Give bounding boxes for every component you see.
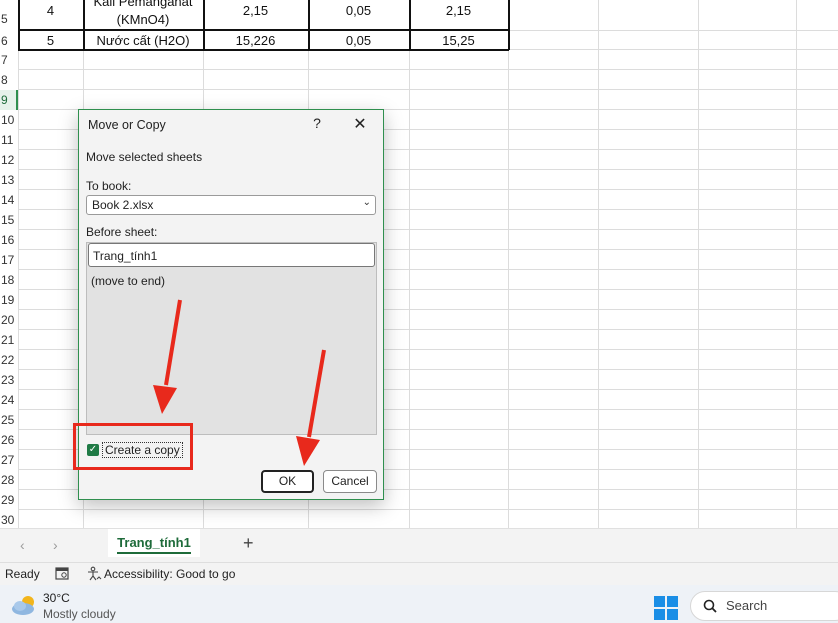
macro-recording-icon[interactable] bbox=[55, 567, 69, 580]
arrow-line bbox=[164, 299, 182, 386]
weather-temp[interactable]: 30°C bbox=[43, 591, 70, 605]
weather-description[interactable]: Mostly cloudy bbox=[43, 607, 116, 621]
add-sheet-button[interactable]: + bbox=[243, 533, 254, 554]
arrow-line bbox=[307, 349, 326, 438]
weather-cloud-icon[interactable] bbox=[10, 593, 38, 617]
taskbar-search[interactable]: Search bbox=[690, 591, 838, 621]
sheet-tab-bar: ‹ › Trang_tính1 + bbox=[0, 528, 838, 563]
arrowhead bbox=[296, 436, 320, 466]
next-sheet-button[interactable]: › bbox=[53, 537, 58, 553]
search-label: Search bbox=[726, 598, 768, 613]
accessibility-status[interactable]: Accessibility: Good to go bbox=[104, 567, 235, 581]
status-ready: Ready bbox=[5, 567, 40, 581]
arrowhead bbox=[153, 385, 177, 414]
windows-start-icon[interactable] bbox=[654, 596, 678, 620]
sheet-tab-label: Trang_tính1 bbox=[117, 535, 191, 550]
prev-sheet-button[interactable]: ‹ bbox=[20, 537, 25, 553]
taskbar: 30°C Mostly cloudy Search bbox=[0, 585, 838, 623]
accessibility-icon[interactable] bbox=[87, 566, 102, 581]
sheet-tab[interactable]: Trang_tính1 bbox=[108, 529, 200, 557]
search-icon bbox=[703, 599, 717, 613]
active-tab-indicator bbox=[117, 552, 191, 554]
status-bar: Ready Accessibility: Good to go bbox=[0, 562, 838, 585]
